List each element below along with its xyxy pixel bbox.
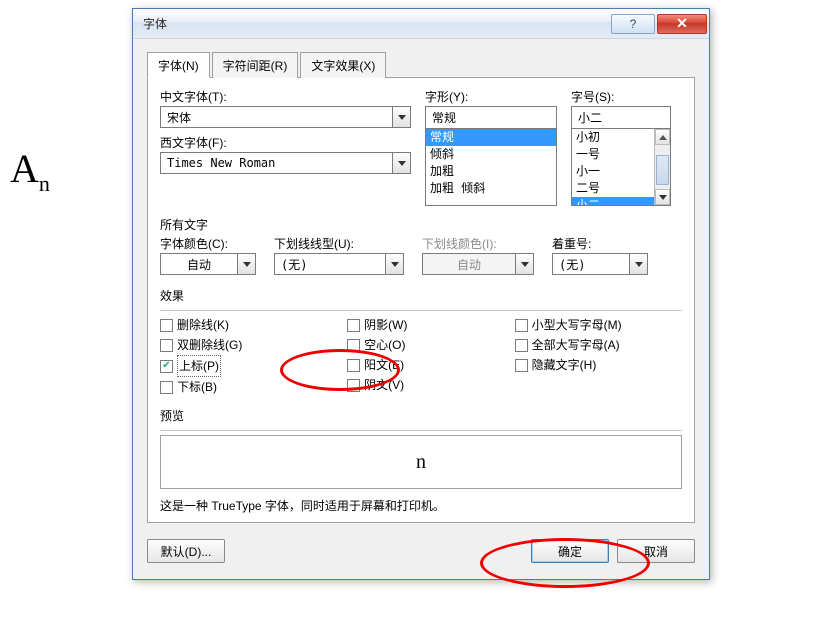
checkbox-hidden[interactable]: 隐藏文字(H) [515, 355, 682, 375]
label-underline-color: 下划线颜色(I): [422, 235, 534, 253]
underline-color-combo: 自动 [422, 253, 534, 275]
scroll-thumb[interactable] [656, 155, 669, 185]
checkbox-shadow[interactable]: 阴影(W) [347, 315, 504, 335]
checkbox-icon [347, 379, 360, 392]
titlebar[interactable]: 字体 ? ✕ [133, 9, 709, 39]
checkbox-superscript[interactable]: ✔上标(P) [160, 355, 337, 377]
size-listbox[interactable]: 小初 一号 小一 二号 小二 [571, 128, 671, 206]
dropdown-arrow-icon[interactable] [385, 254, 403, 274]
label-effects: 效果 [160, 287, 682, 304]
label-preview: 预览 [160, 407, 682, 424]
checkbox-icon [347, 319, 360, 332]
dropdown-arrow-icon[interactable] [237, 254, 255, 274]
checkbox-icon [160, 319, 173, 332]
divider [160, 310, 682, 311]
label-emphasis: 着重号: [552, 235, 648, 253]
label-font-color: 字体颜色(C): [160, 235, 256, 253]
label-cn-font: 中文字体(T): [160, 88, 411, 106]
background-word: An [10, 145, 50, 197]
divider [160, 430, 682, 431]
en-font-combo[interactable]: Times New Roman [160, 152, 411, 174]
label-en-font: 西文字体(F): [160, 134, 411, 152]
scrollbar[interactable] [654, 129, 670, 205]
dropdown-arrow-icon[interactable] [629, 254, 647, 274]
tab-font[interactable]: 字体(N) [147, 52, 210, 78]
checkbox-emboss[interactable]: 阳文(E) [347, 355, 504, 375]
tabstrip: 字体(N) 字符间距(R) 文字效果(X) [147, 51, 695, 78]
label-all-text: 所有文字 [160, 216, 682, 233]
note-text: 这是一种 TrueType 字体，同时适用于屏幕和打印机。 [160, 497, 682, 514]
dropdown-arrow-icon [515, 254, 533, 274]
tab-spacing[interactable]: 字符间距(R) [212, 52, 299, 78]
emphasis-combo[interactable]: (无) [552, 253, 648, 275]
help-button[interactable]: ? [611, 14, 655, 34]
list-item[interactable]: 加粗 [426, 163, 556, 180]
dropdown-arrow-icon[interactable] [392, 107, 410, 127]
checkbox-icon [347, 339, 360, 352]
cancel-button[interactable]: 取消 [617, 539, 695, 563]
checkbox-icon: ✔ [160, 360, 173, 373]
font-color-combo[interactable]: 自动 [160, 253, 256, 275]
style-input[interactable]: 常规 [425, 106, 557, 128]
size-input[interactable]: 小二 [571, 106, 671, 128]
label-style: 字形(Y): [425, 88, 557, 106]
checkbox-all-caps[interactable]: 全部大写字母(A) [515, 335, 682, 355]
checkbox-subscript[interactable]: 下标(B) [160, 377, 337, 397]
tab-effects[interactable]: 文字效果(X) [300, 52, 386, 78]
checkbox-engrave[interactable]: 阴文(V) [347, 375, 504, 395]
checkbox-strikethrough[interactable]: 删除线(K) [160, 315, 337, 335]
underline-style-combo[interactable]: (无) [274, 253, 404, 275]
label-size: 字号(S): [571, 88, 671, 106]
default-button[interactable]: 默认(D)... [147, 539, 225, 563]
checkbox-double-strikethrough[interactable]: 双删除线(G) [160, 335, 337, 355]
checkbox-icon [515, 339, 528, 352]
preview-box: n [160, 435, 682, 489]
style-listbox[interactable]: 常规 倾斜 加粗 加粗 倾斜 [425, 128, 557, 206]
scroll-down-button[interactable] [655, 189, 670, 205]
ok-button[interactable]: 确定 [531, 539, 609, 563]
close-button[interactable]: ✕ [657, 14, 707, 34]
checkbox-icon [160, 339, 173, 352]
cn-font-combo[interactable]: 宋体 [160, 106, 411, 128]
scroll-up-button[interactable] [655, 129, 670, 145]
checkbox-icon [515, 319, 528, 332]
checkbox-outline[interactable]: 空心(O) [347, 335, 504, 355]
font-dialog: 字体 ? ✕ 字体(N) 字符间距(R) 文字效果(X) 中文字体(T): 宋体… [132, 8, 710, 580]
checkbox-icon [347, 359, 360, 372]
list-item[interactable]: 加粗 倾斜 [426, 180, 556, 197]
label-underline-style: 下划线线型(U): [274, 235, 404, 253]
checkbox-icon [160, 381, 173, 394]
list-item[interactable]: 常规 [426, 129, 556, 146]
dialog-title: 字体 [143, 15, 611, 32]
dropdown-arrow-icon[interactable] [392, 153, 410, 173]
checkbox-small-caps[interactable]: 小型大写字母(M) [515, 315, 682, 335]
checkbox-icon [515, 359, 528, 372]
list-item[interactable]: 倾斜 [426, 146, 556, 163]
